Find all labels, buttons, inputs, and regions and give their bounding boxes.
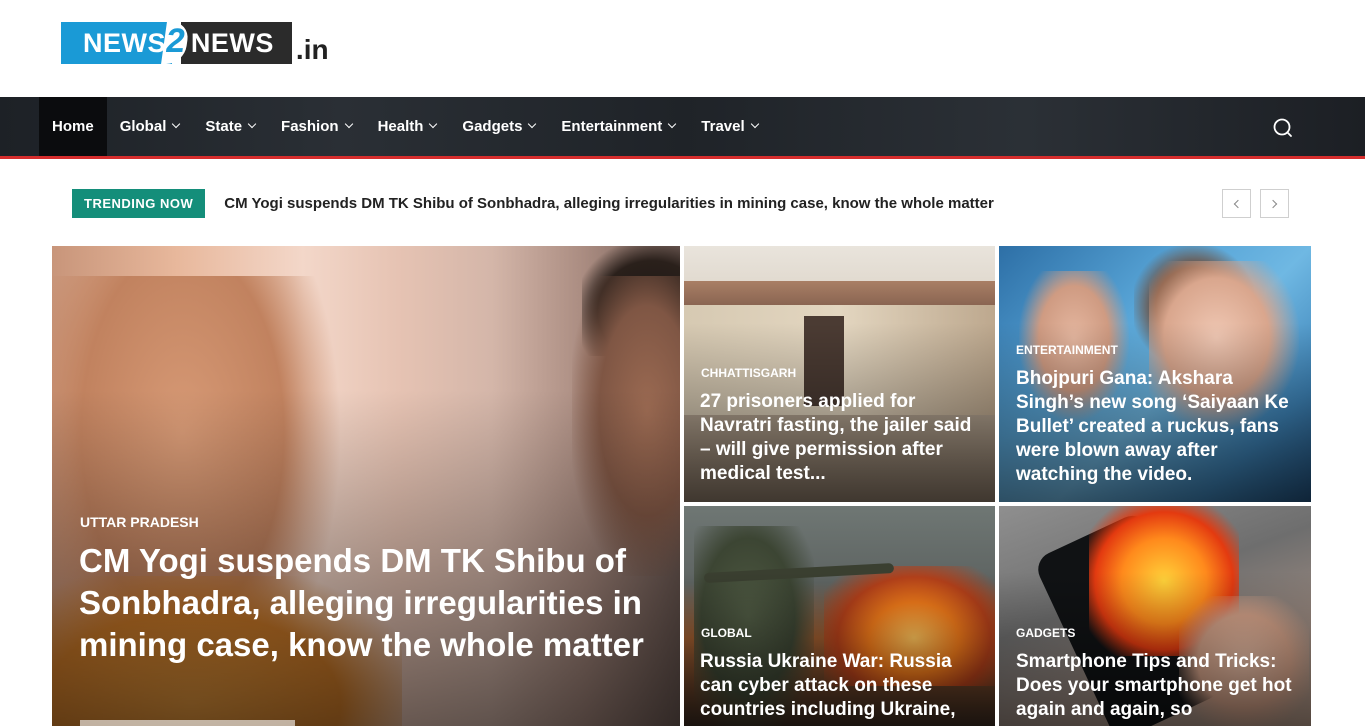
nav-item-label: Travel bbox=[701, 118, 745, 135]
nav-item-health[interactable]: Health bbox=[365, 97, 450, 156]
nav-item-home[interactable]: Home bbox=[39, 97, 107, 156]
chevron-down-icon bbox=[429, 119, 438, 129]
nav-item-label: State bbox=[205, 118, 243, 135]
site-logo[interactable]: NEWS 2 NEWS .in bbox=[61, 21, 329, 65]
logo-tld: .in bbox=[295, 34, 329, 65]
tile-category[interactable]: GLOBAL bbox=[701, 626, 752, 640]
tile-title[interactable]: Bhojpuri Gana: Akshara Singh’s new song … bbox=[1016, 367, 1301, 487]
trending-prev-button[interactable] bbox=[1222, 189, 1251, 218]
featured-category[interactable]: UTTAR PRADESH bbox=[80, 514, 199, 530]
search-icon bbox=[1273, 118, 1292, 137]
trending-next-button[interactable] bbox=[1260, 189, 1289, 218]
chevron-down-icon bbox=[172, 119, 181, 129]
nav-menu: Home Global State Fashion Health Gadgets… bbox=[39, 97, 771, 156]
trending-bar: TRENDING NOW CM Yogi suspends DM TK Shib… bbox=[72, 189, 994, 218]
chevron-right-icon bbox=[1268, 199, 1278, 208]
nav-item-state[interactable]: State bbox=[192, 97, 268, 156]
featured-meta-faded bbox=[80, 720, 295, 726]
tile-title[interactable]: Smartphone Tips and Tricks: Does your sm… bbox=[1016, 650, 1301, 722]
nav-item-global[interactable]: Global bbox=[107, 97, 193, 156]
chevron-down-icon bbox=[247, 119, 257, 129]
tile-title[interactable]: 27 prisoners applied for Navratri fastin… bbox=[700, 390, 985, 486]
nav-item-label: Health bbox=[377, 118, 424, 135]
trending-headline-link[interactable]: CM Yogi suspends DM TK Shibu of Sonbhadr… bbox=[224, 195, 994, 212]
nav-item-label: Fashion bbox=[281, 118, 339, 135]
chevron-down-icon bbox=[750, 119, 759, 129]
search-button[interactable] bbox=[1270, 115, 1296, 141]
tile-title[interactable]: Russia Ukraine War: Russia can cyber att… bbox=[700, 650, 985, 722]
featured-article[interactable]: UTTAR PRADESH CM Yogi suspends DM TK Shi… bbox=[52, 246, 680, 726]
tile-category[interactable]: GADGETS bbox=[1016, 626, 1075, 640]
tile-category[interactable]: CHHATTISGARH bbox=[701, 366, 796, 380]
nav-item-label: Home bbox=[52, 118, 94, 135]
chevron-left-icon bbox=[1233, 199, 1243, 208]
article-tile-gadgets[interactable]: GADGETS Smartphone Tips and Tricks: Does… bbox=[999, 506, 1311, 726]
nav-item-entertainment[interactable]: Entertainment bbox=[548, 97, 688, 156]
site-header: NEWS 2 NEWS .in bbox=[0, 0, 1365, 97]
nav-item-label: Entertainment bbox=[561, 118, 663, 135]
nav-item-label: Global bbox=[119, 118, 167, 135]
chevron-down-icon bbox=[528, 119, 537, 129]
nav-item-label: Gadgets bbox=[462, 118, 523, 135]
logo-text-news-1: NEWS bbox=[61, 22, 172, 64]
nav-item-gadgets[interactable]: Gadgets bbox=[449, 97, 548, 156]
chevron-down-icon bbox=[344, 119, 353, 129]
nav-item-travel[interactable]: Travel bbox=[688, 97, 770, 156]
logo-text-news-2: NEWS bbox=[180, 22, 292, 64]
trending-badge: TRENDING NOW bbox=[72, 189, 206, 218]
article-tile-global[interactable]: GLOBAL Russia Ukraine War: Russia can cy… bbox=[684, 506, 995, 726]
tile-image-roof bbox=[684, 281, 995, 305]
article-tile-chhattisgarh[interactable]: CHHATTISGARH 27 prisoners applied for Na… bbox=[684, 246, 995, 502]
featured-title[interactable]: CM Yogi suspends DM TK Shibu of Sonbhadr… bbox=[79, 540, 669, 666]
nav-item-fashion[interactable]: Fashion bbox=[268, 97, 365, 156]
tile-category[interactable]: ENTERTAINMENT bbox=[1016, 343, 1118, 357]
article-tile-entertainment[interactable]: ENTERTAINMENT Bhojpuri Gana: Akshara Sin… bbox=[999, 246, 1311, 502]
main-navigation: Home Global State Fashion Health Gadgets… bbox=[0, 97, 1365, 159]
chevron-down-icon bbox=[668, 119, 677, 129]
